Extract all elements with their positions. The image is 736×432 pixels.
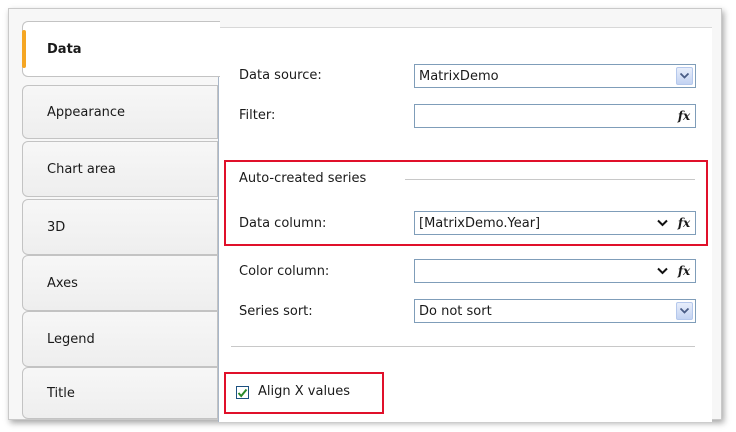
- filter-label: Filter:: [239, 108, 276, 123]
- series-sort-label: Series sort:: [239, 304, 313, 319]
- data-source-value: MatrixDemo: [419, 68, 499, 84]
- dropdown-arrow-icon[interactable]: [676, 302, 693, 320]
- section-divider: [231, 346, 695, 347]
- tab-label: Appearance: [47, 104, 126, 120]
- tab-data[interactable]: Data: [22, 21, 220, 77]
- tab-3d[interactable]: 3D: [22, 199, 218, 255]
- color-column-combo[interactable]: fx: [414, 259, 696, 283]
- tab-legend[interactable]: Legend: [22, 311, 218, 367]
- chevron-down-icon[interactable]: [655, 264, 669, 278]
- data-source-label: Data source:: [239, 68, 322, 83]
- tab-title[interactable]: Title: [22, 367, 218, 419]
- align-x-checkbox[interactable]: [236, 386, 249, 399]
- tab-label: 3D: [47, 219, 66, 235]
- tab-label: Chart area: [47, 161, 116, 177]
- fx-icon[interactable]: fx: [675, 264, 693, 278]
- chevron-down-icon[interactable]: [655, 216, 669, 230]
- fx-icon[interactable]: fx: [675, 216, 693, 230]
- series-sort-combo[interactable]: Do not sort: [414, 299, 696, 323]
- data-tab-panel: Data source: MatrixDemo Filter: fx Auto-…: [218, 27, 712, 422]
- data-source-combo[interactable]: MatrixDemo: [414, 64, 696, 88]
- series-sort-value: Do not sort: [419, 303, 492, 319]
- data-column-value: [MatrixDemo.Year]: [419, 215, 541, 231]
- tab-chart-area[interactable]: Chart area: [22, 141, 218, 197]
- chart-editor-dialog: Data Appearance Chart area 3D Axes Legen…: [8, 8, 722, 422]
- dropdown-arrow-icon[interactable]: [676, 67, 693, 85]
- data-column-combo[interactable]: [MatrixDemo.Year] fx: [414, 211, 696, 235]
- fx-icon[interactable]: fx: [675, 109, 693, 123]
- filter-input[interactable]: fx: [414, 104, 696, 128]
- tab-appearance[interactable]: Appearance: [22, 85, 218, 139]
- color-column-label: Color column:: [239, 264, 330, 279]
- tab-label: Axes: [47, 275, 78, 291]
- tab-axes[interactable]: Axes: [22, 255, 218, 311]
- tab-label: Data: [47, 41, 82, 57]
- auto-series-group-label: Auto-created series: [239, 171, 367, 186]
- tab-label: Title: [47, 385, 75, 401]
- group-divider: [405, 179, 695, 180]
- tab-label: Legend: [47, 331, 95, 347]
- align-x-label[interactable]: Align X values: [258, 384, 350, 399]
- data-column-label: Data column:: [239, 216, 327, 231]
